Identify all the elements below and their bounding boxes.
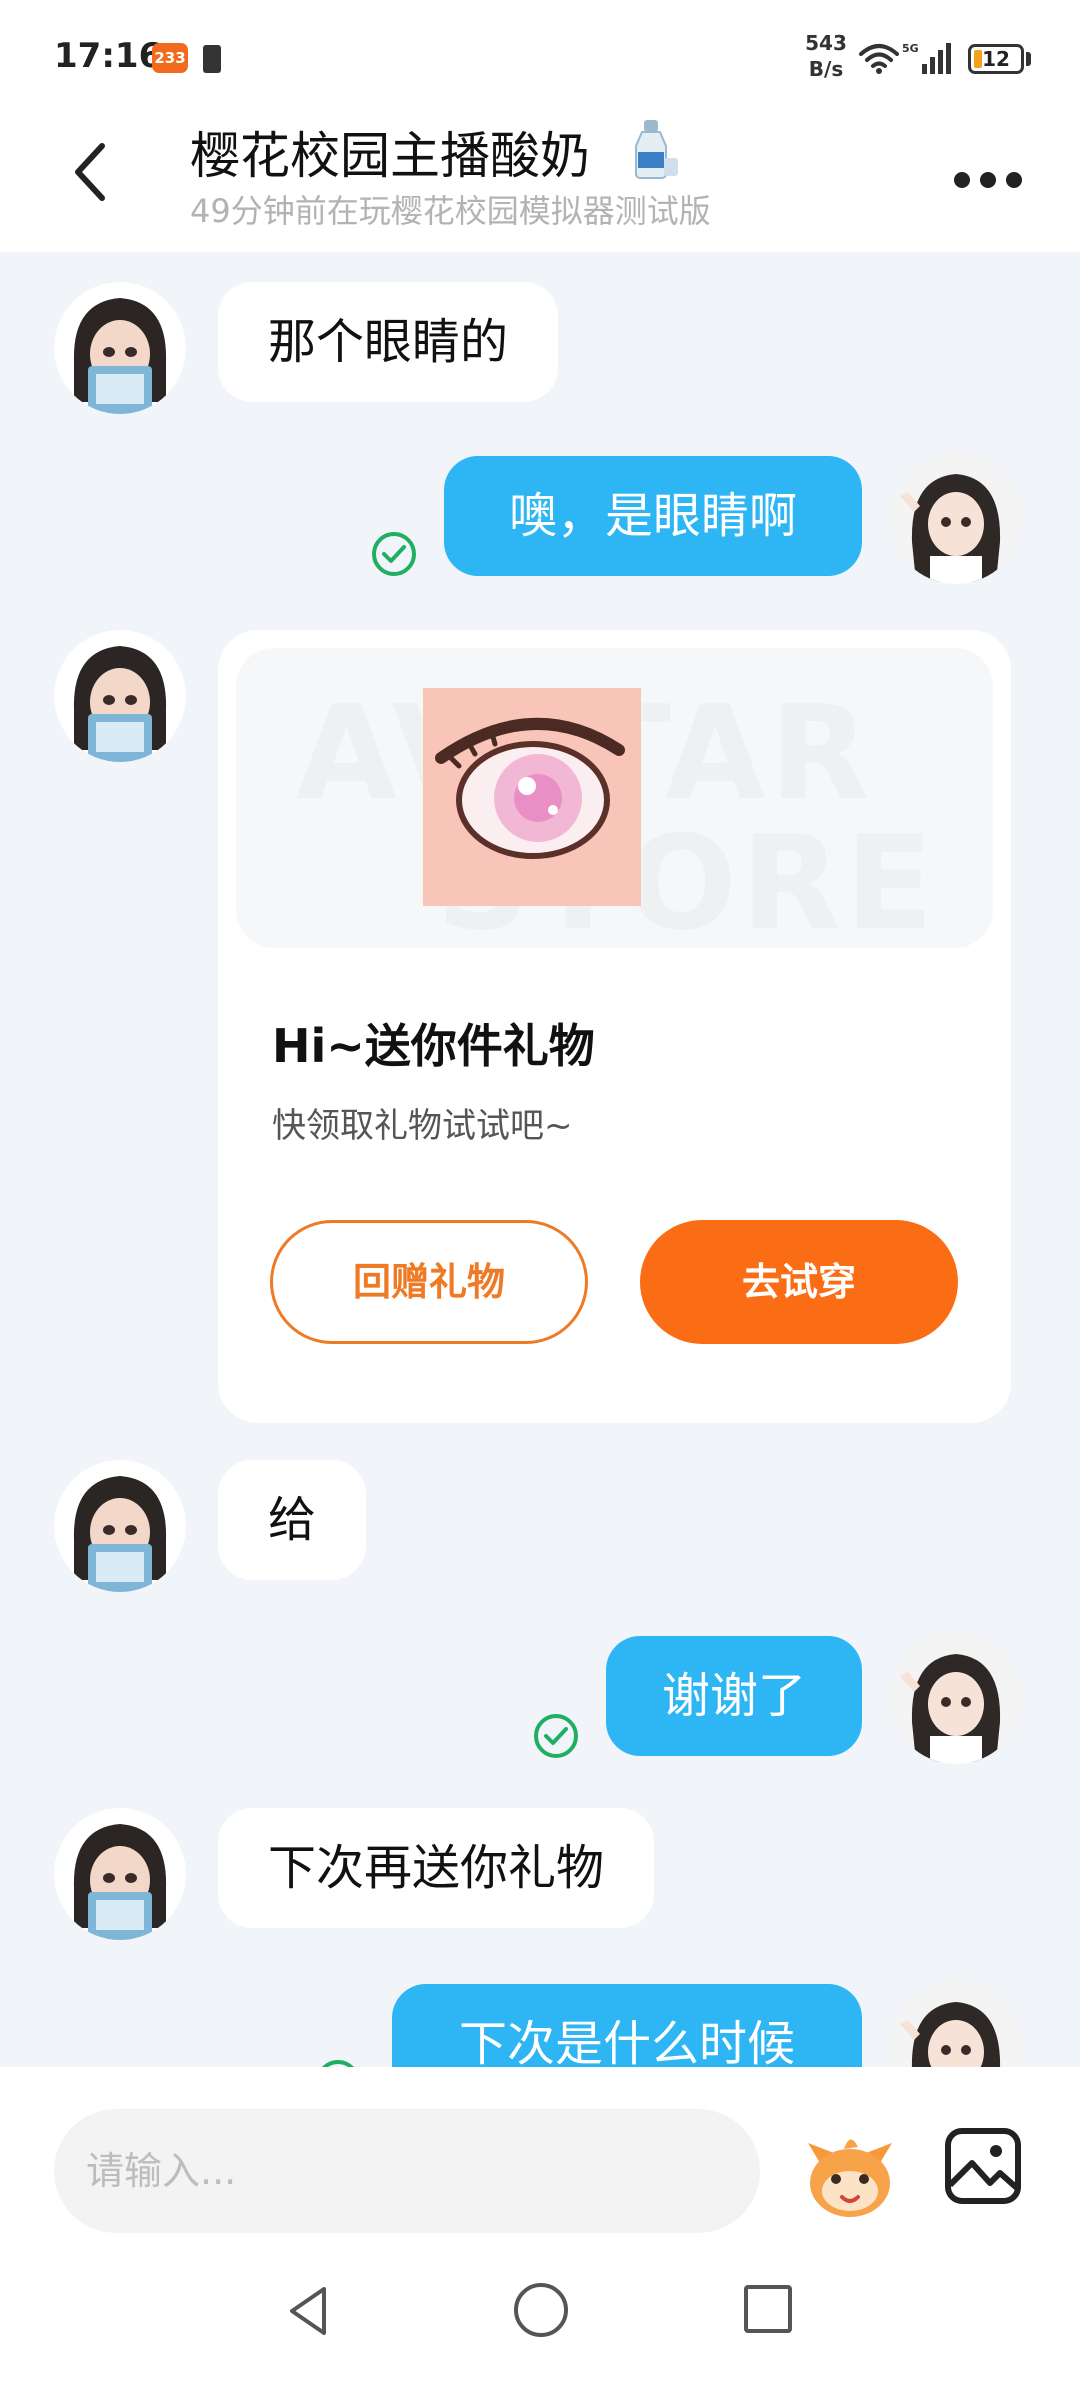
network-speed-value: 543 [805, 31, 847, 55]
gift-description: 快领取礼物试试吧~ [272, 1106, 573, 1146]
my-avatar[interactable] [890, 1632, 1022, 1764]
chat-header: 樱花校园主播酸奶 49分钟前在玩樱花校园模拟器测试版 [0, 110, 1080, 252]
gift-title: Hi~送你件礼物 [272, 1019, 595, 1073]
svg-text:5G: 5G [902, 42, 919, 55]
emoji-mascot-icon[interactable] [800, 2125, 900, 2225]
battery-icon: 12 [968, 44, 1024, 74]
contact-avatar[interactable] [54, 630, 186, 762]
gift-banner: AVATAR STORE [236, 648, 993, 948]
try-on-button[interactable]: 去试穿 [640, 1220, 958, 1344]
incoming-message-bubble[interactable]: 那个眼睛的 [218, 282, 559, 402]
status-bar: 17:16 233 543 B/s 5G 12 [0, 0, 1080, 110]
my-avatar[interactable] [890, 1980, 1022, 2067]
check-icon [534, 1714, 578, 1758]
outgoing-message-bubble[interactable]: 谢谢了 [606, 1636, 862, 1756]
app-notification-icon: 233 [152, 43, 188, 73]
status-time: 17:16 [54, 36, 163, 76]
more-icon[interactable] [948, 160, 1028, 200]
check-icon [321, 2060, 355, 2067]
network-speed: 543 B/s [796, 30, 856, 82]
message-list[interactable]: 那个眼睛的 噢，是眼睛啊 AVATAR STORE [0, 252, 1080, 2067]
incoming-message-bubble[interactable]: 下次再送你礼物 [218, 1808, 655, 1928]
gift-eye-image [423, 688, 641, 906]
gift-card[interactable]: AVATAR STORE Hi~送你件礼物 快领取礼物试试吧~ 回赠礼物 去试穿 [218, 630, 1011, 1423]
network-speed-unit: B/s [808, 57, 844, 81]
cellular-signal-icon: 5G [902, 42, 951, 74]
system-nav-bar [0, 2255, 1080, 2388]
back-icon[interactable] [58, 132, 128, 212]
outgoing-message-bubble[interactable]: 下次是什么时候 [392, 1984, 862, 2067]
contact-avatar[interactable] [54, 1460, 186, 1592]
nav-back-icon[interactable] [280, 2281, 340, 2341]
my-avatar[interactable] [890, 452, 1022, 584]
image-icon[interactable] [944, 2127, 1022, 2205]
contact-avatar[interactable] [54, 1808, 186, 1940]
incoming-message-bubble[interactable]: 给 [218, 1460, 367, 1580]
battery-level: 12 [982, 47, 1010, 71]
wifi-icon [859, 44, 899, 74]
sim-icon [203, 45, 221, 73]
input-bar [0, 2067, 1080, 2255]
nav-recent-icon[interactable] [744, 2285, 792, 2333]
message-input[interactable] [54, 2109, 760, 2233]
nav-home-icon[interactable] [514, 2283, 568, 2337]
chat-subtitle: 49分钟前在玩樱花校园模拟器测试版 [190, 192, 711, 230]
return-gift-button[interactable]: 回赠礼物 [270, 1220, 588, 1344]
chat-title: 樱花校园主播酸奶 [190, 127, 590, 185]
check-icon [372, 532, 416, 576]
outgoing-message-bubble[interactable]: 噢，是眼睛啊 [444, 456, 862, 576]
bottle-icon [635, 120, 678, 179]
contact-avatar[interactable] [54, 282, 186, 414]
